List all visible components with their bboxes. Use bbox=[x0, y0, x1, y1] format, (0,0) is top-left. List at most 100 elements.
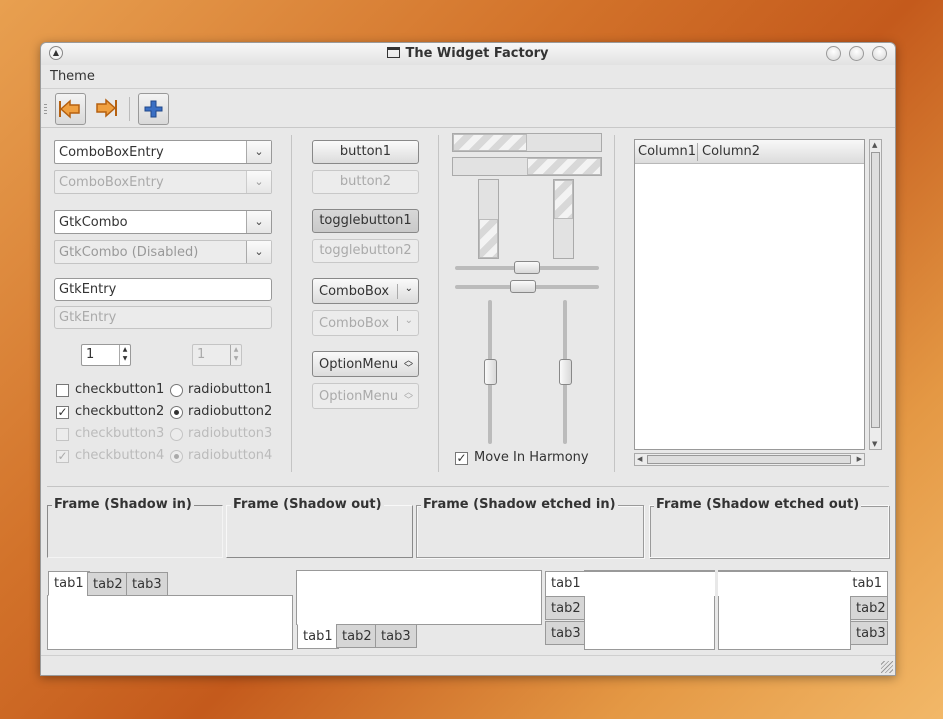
column-separator bbox=[438, 135, 439, 472]
hscale-1-slider[interactable] bbox=[514, 261, 540, 274]
progressbar-horizontal-1 bbox=[452, 133, 602, 152]
vscale-2-slider[interactable] bbox=[559, 359, 572, 385]
notebook-bottom-page bbox=[296, 570, 542, 625]
chevron-down-icon[interactable]: ⌄ bbox=[246, 211, 271, 233]
radiobutton1-label[interactable]: radiobutton1 bbox=[188, 382, 272, 397]
combobox-1[interactable]: ComboBox ⌄ bbox=[312, 278, 419, 304]
toolbar-grip[interactable] bbox=[44, 104, 47, 114]
plus-icon bbox=[144, 100, 163, 118]
status-bar bbox=[41, 655, 895, 675]
scroll-down-icon[interactable]: ▼ bbox=[872, 440, 877, 448]
progress-fill bbox=[479, 219, 498, 258]
frame-shadow-in: Frame (Shadow in) bbox=[47, 497, 223, 558]
column1-header[interactable]: Column1 bbox=[638, 144, 696, 159]
spin-arrows-icon[interactable]: ▲ ▼ bbox=[119, 345, 130, 365]
scroll-left-icon[interactable]: ◀ bbox=[637, 455, 642, 463]
check-mark-icon: ✓ bbox=[57, 405, 68, 419]
column-separator bbox=[614, 135, 615, 472]
notebook-left-tab3[interactable]: tab3 bbox=[545, 621, 585, 645]
optionmenu-2: OptionMenu ︿ ﹀ bbox=[312, 383, 419, 409]
vertical-scrollbar[interactable]: ▲ ▼ bbox=[869, 139, 882, 450]
chevron-down-icon: ⌄ bbox=[404, 283, 413, 294]
checkbutton2-label[interactable]: checkbutton2 bbox=[75, 404, 164, 419]
minimize-button[interactable] bbox=[826, 46, 841, 61]
chevron-down-icon: ⌄ bbox=[246, 241, 271, 263]
notebook-left-tab2[interactable]: tab2 bbox=[545, 596, 585, 620]
notebook-right-tab3[interactable]: tab3 bbox=[850, 621, 888, 645]
check-mark-icon: ✓ bbox=[456, 451, 467, 465]
notebook-top-page bbox=[47, 595, 293, 650]
column2-header[interactable]: Column2 bbox=[702, 144, 760, 159]
notebook-left-tab1[interactable]: tab1 bbox=[545, 571, 715, 596]
scrollbar-thumb[interactable] bbox=[647, 455, 851, 464]
checkbutton1-label[interactable]: checkbutton1 bbox=[75, 382, 164, 397]
progress-fill bbox=[453, 134, 527, 151]
frame-shadow-out: Frame (Shadow out) bbox=[226, 497, 413, 558]
hscale-2-slider[interactable] bbox=[510, 280, 536, 293]
checkbutton3-box bbox=[56, 428, 69, 441]
chevron-down-icon: ⌄ bbox=[404, 315, 413, 326]
column-separator bbox=[291, 135, 292, 472]
checkbutton3-label: checkbutton3 bbox=[75, 426, 165, 441]
notebook-top-tab1[interactable]: tab1 bbox=[48, 571, 90, 596]
chevron-down-icon[interactable]: ⌄ bbox=[246, 141, 271, 163]
notebook-right-tab2[interactable]: tab2 bbox=[850, 596, 888, 620]
radiobutton2-circle[interactable] bbox=[170, 406, 183, 419]
add-button[interactable] bbox=[138, 93, 169, 125]
forward-button[interactable] bbox=[91, 93, 122, 125]
toolbar bbox=[41, 88, 895, 128]
button1[interactable]: button1 bbox=[312, 140, 419, 164]
notebook-top-tab3[interactable]: tab3 bbox=[126, 572, 168, 596]
radiobutton4-circle bbox=[170, 450, 183, 463]
close-button[interactable] bbox=[872, 46, 887, 61]
spin-button-1[interactable]: 1 ▲ ▼ bbox=[81, 344, 131, 366]
radiobutton1-circle[interactable] bbox=[170, 384, 183, 397]
gtk-entry-1[interactable]: GtkEntry bbox=[54, 278, 272, 301]
window-icon bbox=[387, 47, 401, 58]
notebook-bottom-tab3[interactable]: tab3 bbox=[375, 624, 417, 648]
combobox-entry-1[interactable]: ComboBoxEntry ⌄ bbox=[54, 140, 272, 164]
scroll-right-icon[interactable]: ▶ bbox=[857, 455, 862, 463]
horizontal-scrollbar[interactable]: ◀ ▶ bbox=[634, 453, 865, 466]
checkbutton4-box: ✓ bbox=[56, 450, 69, 463]
maximize-button[interactable] bbox=[849, 46, 864, 61]
notebook-bottom-tab1[interactable]: tab1 bbox=[297, 624, 339, 649]
radiobutton4-label: radiobutton4 bbox=[188, 448, 273, 463]
gtk-combo-1[interactable]: GtkCombo ⌄ bbox=[54, 210, 272, 234]
progressbar-vertical-1 bbox=[478, 179, 499, 259]
notebook-right-tab1[interactable]: tab1 bbox=[718, 571, 888, 596]
progress-fill bbox=[527, 158, 601, 175]
move-in-harmony-label[interactable]: Move In Harmony bbox=[474, 450, 589, 465]
checkbutton1-box[interactable] bbox=[56, 384, 69, 397]
toolbar-separator bbox=[129, 97, 130, 121]
progressbar-vertical-2 bbox=[553, 179, 574, 259]
togglebutton1[interactable]: togglebutton1 bbox=[312, 209, 419, 233]
tree-view[interactable]: Column1 Column2 bbox=[634, 139, 865, 450]
gtk-entry-2: GtkEntry bbox=[54, 306, 272, 329]
resize-grip-icon[interactable] bbox=[881, 661, 893, 673]
move-in-harmony-checkbox[interactable]: ✓ bbox=[455, 452, 468, 465]
updown-arrows-icon: ︿ ﹀ bbox=[403, 356, 413, 374]
optionmenu-1[interactable]: OptionMenu ︿ ﹀ bbox=[312, 351, 419, 377]
tree-header: Column1 Column2 bbox=[635, 140, 864, 164]
arrow-right-icon bbox=[96, 98, 117, 118]
title-bar[interactable]: ▲ The Widget Factory bbox=[41, 43, 895, 65]
checkbutton2-box[interactable]: ✓ bbox=[56, 406, 69, 419]
back-button[interactable] bbox=[55, 93, 86, 125]
combo-separator bbox=[397, 316, 398, 331]
check-mark-icon: ✓ bbox=[57, 449, 68, 463]
radio-dot-icon bbox=[174, 410, 179, 415]
togglebutton2: togglebutton2 bbox=[312, 239, 419, 263]
menu-theme[interactable]: Theme bbox=[50, 69, 95, 84]
combobox-entry-2: ComboBoxEntry ⌄ bbox=[54, 170, 272, 194]
scroll-up-icon[interactable]: ▲ bbox=[872, 141, 877, 149]
notebook-bottom-tab2[interactable]: tab2 bbox=[336, 624, 378, 648]
scrollbar-thumb[interactable] bbox=[871, 152, 880, 428]
vscale-1-slider[interactable] bbox=[484, 359, 497, 385]
checkbutton4-label: checkbutton4 bbox=[75, 448, 165, 463]
radiobutton3-label: radiobutton3 bbox=[188, 426, 273, 441]
arrow-left-icon bbox=[59, 99, 80, 119]
menu-bar: Theme bbox=[41, 65, 895, 87]
radiobutton2-label[interactable]: radiobutton2 bbox=[188, 404, 272, 419]
notebook-top-tab2[interactable]: tab2 bbox=[87, 572, 129, 596]
